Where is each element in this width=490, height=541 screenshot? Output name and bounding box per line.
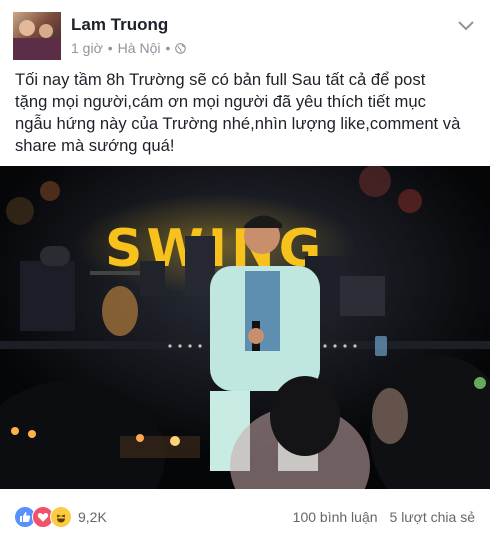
engagement-stats: 100 bình luận 5 lượt chia sẻ (293, 509, 475, 525)
share-count[interactable]: 5 lượt chia sẻ (390, 509, 475, 525)
avatar-face-1 (19, 20, 35, 36)
post-meta: 1 giờ • Hà Nội • (71, 40, 187, 56)
meta-separator: • (107, 40, 113, 56)
reactions-summary[interactable]: 9,2K (14, 506, 107, 528)
globe-icon (175, 42, 187, 54)
reaction-count[interactable]: 9,2K (78, 509, 107, 525)
post-header: Lam Truong 1 giờ • Hà Nội • (0, 0, 490, 64)
avatar-clothes (13, 38, 61, 60)
post-footer: 9,2K 100 bình luận 5 lượt chia sẻ (0, 492, 490, 541)
post-time[interactable]: 1 giờ (71, 40, 103, 56)
haha-reaction-icon (50, 506, 72, 528)
comment-count[interactable]: 100 bình luận (293, 509, 378, 525)
post-photo[interactable]: SWING (0, 166, 490, 489)
avatar-face-2 (39, 24, 53, 38)
post-location[interactable]: Hà Nội (118, 40, 161, 56)
meta-separator-2: • (165, 40, 171, 56)
concert-photo: SWING (0, 166, 490, 489)
avatar[interactable] (13, 12, 61, 60)
author-name[interactable]: Lam Truong (71, 15, 168, 35)
chevron-down-icon[interactable] (457, 20, 475, 32)
post-text: Tối nay tầm 8h Trường sẽ có bản full Sau… (15, 70, 461, 155)
